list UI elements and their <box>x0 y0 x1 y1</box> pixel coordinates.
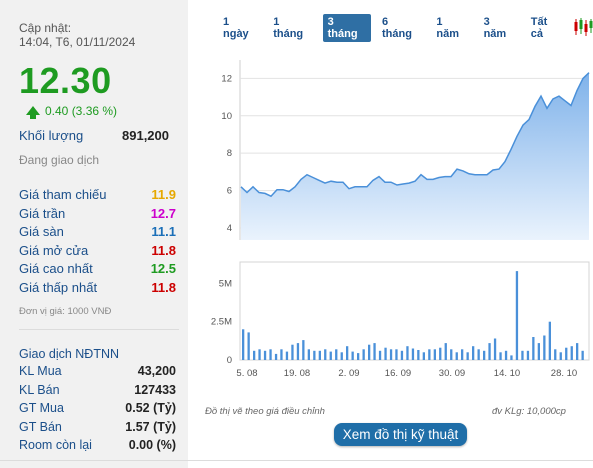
date-tick-label: 30. 09 <box>439 368 465 379</box>
volume-bar <box>493 338 497 360</box>
volume-bars <box>242 271 584 360</box>
date-tick-label: 16. 09 <box>385 368 411 379</box>
volume-bar <box>263 350 267 360</box>
volume-bar <box>324 349 327 360</box>
volume-bar <box>483 350 486 360</box>
price-tick-label: 10 <box>221 111 232 122</box>
volume-bar <box>554 349 557 360</box>
volume-bar <box>357 353 360 360</box>
date-tick-label: 14. 10 <box>494 368 520 379</box>
volume-bar <box>285 351 289 360</box>
price-area <box>240 72 590 240</box>
volume-bar <box>576 343 579 360</box>
date-tick-label: 2. 09 <box>338 368 359 379</box>
volume-bar <box>296 343 300 360</box>
volume-bar <box>521 350 524 360</box>
volume-bar <box>433 349 436 360</box>
volume-bar <box>274 353 278 360</box>
volume-bar <box>307 349 310 360</box>
volume-tick-label: 2.5M <box>211 317 232 328</box>
volume-bar <box>378 350 382 360</box>
volume-bar <box>515 271 519 360</box>
volume-bar <box>548 321 551 360</box>
date-axis-labels: 5. 08 19. 08 2. 09 16. 09 30. 09 14. 10 28. 10 <box>236 368 577 379</box>
foreign-row: GT Mua 0.52 (Tỷ) <box>19 401 176 420</box>
volume-bar <box>472 346 475 360</box>
volume-bar <box>461 349 464 360</box>
volume-bar <box>346 346 349 360</box>
foreign-row-label: GT Bán <box>19 419 62 434</box>
volume-bar <box>450 349 453 360</box>
bottom-divider <box>0 460 593 461</box>
volume-bar <box>368 344 371 360</box>
volume-bar <box>570 346 573 360</box>
volume-bar <box>269 349 272 360</box>
foreign-row-value: 0.52 (Tỷ) <box>125 401 176 415</box>
volume-bar <box>280 349 283 360</box>
volume-bar <box>488 343 491 360</box>
technical-chart-button[interactable]: Xem đồ thị kỹ thuật <box>334 423 467 446</box>
volume-bar <box>422 352 425 360</box>
foreign-row-value: 1.57 (Tỷ) <box>125 419 176 434</box>
volume-unit-note: đv KLg: 10,000cp <box>492 406 566 417</box>
date-tick-label: 28. 10 <box>551 368 577 379</box>
volume-axis-labels: 0 2.5M 5M <box>211 278 232 366</box>
volume-bar <box>247 332 250 360</box>
volume-tick-label: 0 <box>227 355 232 366</box>
volume-bar <box>313 350 316 360</box>
foreign-row-label: Room còn lại <box>19 438 92 452</box>
volume-bar <box>455 352 458 360</box>
volume-bar <box>499 352 502 360</box>
volume-bar <box>581 350 584 360</box>
volume-bar <box>384 347 387 360</box>
volume-bar <box>565 347 568 360</box>
price-area-fill <box>241 72 589 240</box>
volume-bar <box>417 350 420 360</box>
volume-bar <box>537 343 540 360</box>
volume-bar <box>335 349 338 360</box>
foreign-row-value: 0.00 (%) <box>128 438 176 452</box>
volume-bar <box>291 344 294 360</box>
foreign-row: Room còn lại 0.00 (%) <box>19 438 176 457</box>
foreign-row-label: GT Mua <box>19 401 64 415</box>
price-tick-label: 12 <box>221 73 232 84</box>
price-axis-labels: 4 6 8 10 12 <box>221 73 232 234</box>
volume-bar <box>242 329 245 360</box>
volume-bar <box>504 350 508 360</box>
volume-bar <box>389 349 393 360</box>
volume-bar <box>373 343 376 360</box>
volume-bar <box>318 350 321 360</box>
volume-bar <box>510 355 513 360</box>
price-tick-label: 6 <box>227 186 232 197</box>
price-tick-label: 4 <box>227 223 232 234</box>
volume-bar <box>526 350 530 360</box>
volume-bar <box>406 346 409 360</box>
volume-bar <box>477 349 480 360</box>
volume-bar <box>340 352 343 360</box>
foreign-row: GT Bán 1.57 (Tỷ) <box>19 420 176 439</box>
volume-bar <box>395 349 398 360</box>
date-tick-label: 19. 08 <box>284 368 310 379</box>
volume-bar <box>351 351 354 360</box>
volume-bar <box>532 337 535 360</box>
volume-bar <box>466 352 469 360</box>
volume-bar <box>439 347 442 360</box>
volume-bar <box>444 343 447 360</box>
adjusted-price-note: Đồ thị vẽ theo giá điều chỉnh <box>205 406 325 417</box>
volume-bar <box>400 350 404 360</box>
price-tick-label: 8 <box>227 148 232 159</box>
stock-chart: 4 6 8 10 12 0 2.5M 5M 5. 08 19. 08 2. 09 16. 09 30… <box>211 60 590 379</box>
date-tick-label: 5. 08 <box>236 368 257 379</box>
volume-bar <box>411 348 415 360</box>
volume-bar <box>559 352 562 360</box>
volume-tick-label: 5M <box>219 278 232 289</box>
volume-bar <box>253 350 256 360</box>
volume-bar <box>543 335 546 360</box>
volume-bar <box>329 351 332 360</box>
volume-bar <box>302 340 305 360</box>
volume-bar <box>428 349 431 360</box>
volume-bar <box>362 349 365 360</box>
volume-bar <box>258 349 261 360</box>
